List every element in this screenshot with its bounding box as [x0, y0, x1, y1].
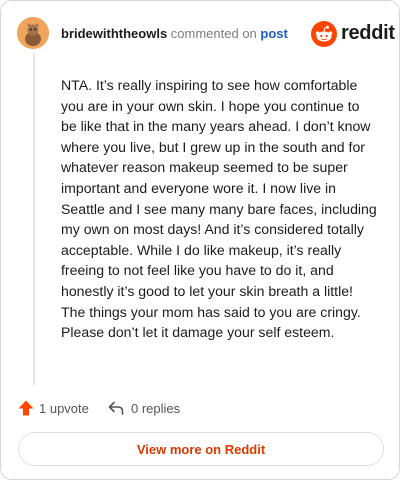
upvote-arrow-icon — [18, 400, 34, 416]
view-more-button[interactable]: View more on Reddit — [18, 432, 384, 466]
comment-actions: 1 upvote 0 replies — [17, 397, 377, 419]
post-link[interactable]: post — [260, 26, 287, 41]
username-link[interactable]: bridewiththeowls — [61, 26, 167, 41]
replies-count: 0 replies — [131, 400, 181, 416]
replies-button[interactable]: 0 replies — [107, 397, 180, 419]
comment-meta: bridewiththeowls commented on post — [61, 26, 288, 41]
comment-embed-card: bridewiththeowls commented on post reddi… — [0, 0, 400, 480]
thread-line — [33, 53, 35, 385]
comment-header: bridewiththeowls commented on post reddi… — [17, 17, 395, 51]
upvote-count: 1 upvote — [39, 400, 89, 416]
brand-wordmark: reddit — [341, 22, 395, 44]
reddit-brand[interactable]: reddit — [311, 21, 395, 47]
upvote-button[interactable]: 1 upvote — [17, 397, 89, 419]
comment-body: NTA. It’s really inspiring to see how co… — [61, 77, 377, 341]
reddit-logo-icon — [311, 21, 337, 47]
action-text: commented on — [170, 26, 257, 41]
avatar[interactable] — [17, 17, 49, 49]
avatar-icon — [17, 17, 49, 49]
reply-arrow-icon — [108, 401, 124, 415]
